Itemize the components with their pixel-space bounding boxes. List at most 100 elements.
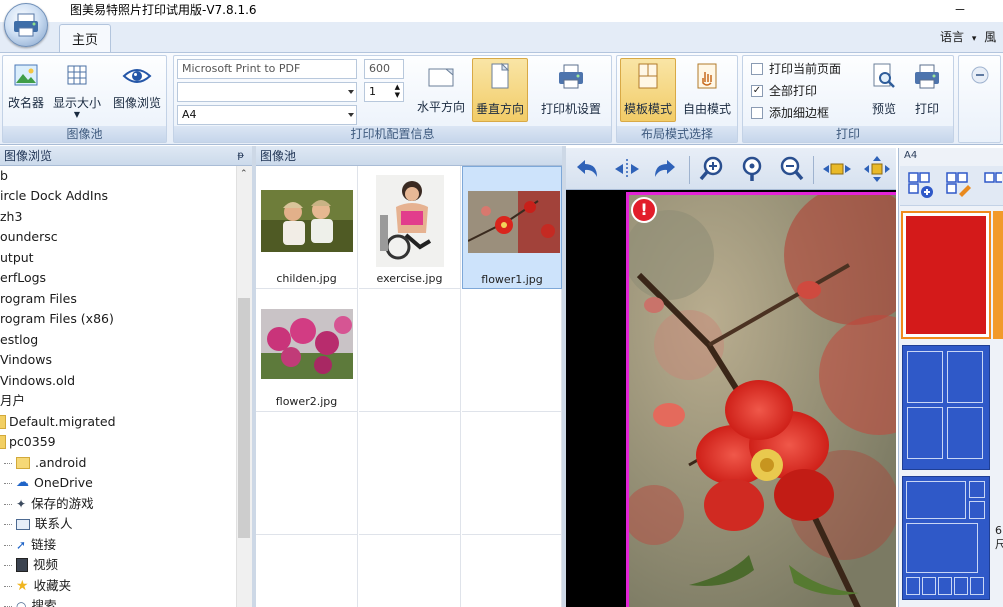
- tree-item[interactable]: erfLogs: [0, 268, 46, 288]
- chevron-down-icon: [348, 90, 354, 94]
- image-browse-panel-title: 图像浏览: [4, 149, 53, 163]
- image-tile-flower1[interactable]: flower1.jpg: [462, 166, 562, 289]
- tree-item[interactable]: ircle Dock AddIns: [0, 186, 108, 206]
- template-layout-icon: [638, 63, 658, 89]
- fit-width-icon[interactable]: [822, 154, 852, 184]
- tree-item[interactable]: ★ 收藏夹: [4, 576, 71, 596]
- empty-tile: [359, 412, 461, 535]
- edit-layout-icon[interactable]: [944, 170, 972, 200]
- tree-item[interactable]: b: [0, 166, 8, 186]
- tree-item[interactable]: zh3: [0, 207, 22, 227]
- printer-settings-button[interactable]: 打印机设置: [536, 62, 606, 117]
- delete-layout-icon[interactable]: [982, 170, 1002, 200]
- preview-button[interactable]: 预览: [865, 62, 903, 117]
- free-mode-button[interactable]: 自由模式: [679, 62, 735, 117]
- tree-item[interactable]: Vindows.old: [0, 371, 75, 391]
- extra-button[interactable]: [965, 64, 995, 86]
- image-tile-childen[interactable]: childen.jpg: [256, 166, 358, 289]
- tree-item[interactable]: Vindows: [0, 350, 52, 370]
- dpi-field[interactable]: 600: [364, 59, 404, 79]
- group-printer-config: Microsoft Print to PDF 600 1 ▲ ▼ A4 水平方向 …: [173, 55, 612, 143]
- layout-cell: [938, 577, 952, 595]
- portrait-page-icon: [491, 62, 510, 89]
- add-layout-icon[interactable]: [906, 170, 934, 200]
- folder-icon: [16, 457, 30, 469]
- splitter[interactable]: [252, 146, 256, 607]
- tree-item[interactable]: ☁ OneDrive: [4, 473, 93, 493]
- print-all-label: 全部打印: [769, 84, 818, 98]
- move-icon[interactable]: [862, 154, 892, 184]
- tree-connector: [4, 585, 12, 587]
- group-extra: [958, 55, 1001, 143]
- copies-value: 1: [369, 85, 376, 98]
- vertical-orientation-button[interactable]: 垂直方向: [472, 58, 528, 122]
- copies-stepper[interactable]: 1 ▲ ▼: [364, 82, 404, 102]
- layout-cell: [969, 481, 985, 498]
- tab-home[interactable]: 主页: [59, 24, 111, 52]
- secondary-select[interactable]: [177, 82, 357, 102]
- minimize-button[interactable]: －: [954, 1, 966, 18]
- tree-scrollbar-thumb[interactable]: [238, 298, 250, 538]
- tree-item[interactable]: ➚ 链接: [4, 535, 56, 555]
- paper-select[interactable]: A4: [177, 105, 357, 125]
- pin-icon[interactable]: ᵽ: [237, 146, 244, 165]
- tree-item[interactable]: Default.migrated: [0, 412, 116, 432]
- app-menu-button[interactable]: [4, 3, 48, 47]
- zoom-fit-icon[interactable]: [737, 154, 767, 184]
- add-border-checkbox[interactable]: 添加细边框: [751, 104, 829, 121]
- toolbar-separator: [813, 156, 814, 184]
- printer-icon: [915, 64, 939, 89]
- zoom-in-icon[interactable]: [697, 154, 727, 184]
- group-image-pool: 改名器 显示大小 ▼ 图像浏览 图像池: [2, 55, 167, 143]
- image-tile-flower2[interactable]: flower2.jpg: [256, 289, 358, 412]
- tree-item[interactable]: .android: [4, 453, 86, 473]
- mirror-icon[interactable]: [612, 154, 642, 184]
- print-all-checkbox[interactable]: ✓ 全部打印: [751, 82, 817, 99]
- template-mode-button[interactable]: 模板模式: [620, 58, 676, 122]
- print-button[interactable]: 打印: [907, 62, 947, 117]
- print-current-page-checkbox[interactable]: 打印当前页面: [751, 60, 841, 77]
- image-pool-panel-title: 图像池: [260, 149, 297, 163]
- folder-tree[interactable]: b ircle Dock AddIns zh3 oundersc utput e…: [0, 166, 236, 607]
- layout-cell: [906, 481, 966, 519]
- tree-item[interactable]: 视频: [4, 555, 58, 575]
- rename-button[interactable]: 改名器: [6, 62, 46, 111]
- scroll-up-icon[interactable]: ⌃: [240, 169, 248, 179]
- paper-value: A4: [182, 108, 197, 121]
- tree-item[interactable]: ✦ 保存的游戏: [4, 494, 94, 514]
- tree-item[interactable]: rogram Files: [0, 289, 77, 309]
- empty-tile: [256, 535, 358, 607]
- group-layout-mode: 模板模式 自由模式 布局模式选择: [616, 55, 738, 143]
- tree-item[interactable]: utput: [0, 248, 34, 268]
- zoom-out-icon[interactable]: [776, 154, 806, 184]
- tree-item[interactable]: rogram Files (x86): [0, 309, 114, 329]
- tree-item[interactable]: pc0359: [0, 432, 56, 452]
- layout-template-single[interactable]: [901, 211, 991, 339]
- tree-item[interactable]: estlog: [0, 330, 38, 350]
- layout-template-mixed[interactable]: [902, 476, 990, 600]
- tree-item[interactable]: ○ 搜索: [4, 596, 57, 607]
- tree-item[interactable]: 联系人: [4, 514, 73, 534]
- redo-icon[interactable]: [650, 154, 680, 184]
- image-browse-button[interactable]: 图像浏览: [109, 62, 165, 111]
- undo-icon[interactable]: [572, 154, 602, 184]
- language-menu[interactable]: 语言 ▾ 風: [940, 28, 996, 45]
- image-tile-exercise[interactable]: exercise.jpg: [359, 166, 461, 289]
- printer-select[interactable]: Microsoft Print to PDF: [177, 59, 357, 79]
- layout-cell: [906, 216, 986, 334]
- tree-item[interactable]: 月户: [0, 391, 25, 411]
- ribbon-tab-row: [0, 22, 1003, 52]
- search-icon: ○: [16, 599, 27, 607]
- display-size-label: 显示大小: [52, 96, 101, 110]
- checkbox-box: [751, 62, 763, 75]
- print-page-preview[interactable]: !: [626, 192, 896, 607]
- checkmark-icon: ✓: [751, 84, 763, 97]
- layout-template-quad[interactable]: [902, 345, 990, 470]
- tree-item[interactable]: oundersc: [0, 227, 58, 247]
- chevron-down-icon: [348, 113, 354, 117]
- display-size-button[interactable]: 显示大小 ▼: [51, 62, 103, 119]
- group-label-image-pool: 图像池: [3, 126, 166, 142]
- empty-tile: [359, 289, 461, 412]
- horizontal-orientation-button[interactable]: 水平方向: [413, 62, 469, 122]
- tree-connector: [4, 482, 12, 484]
